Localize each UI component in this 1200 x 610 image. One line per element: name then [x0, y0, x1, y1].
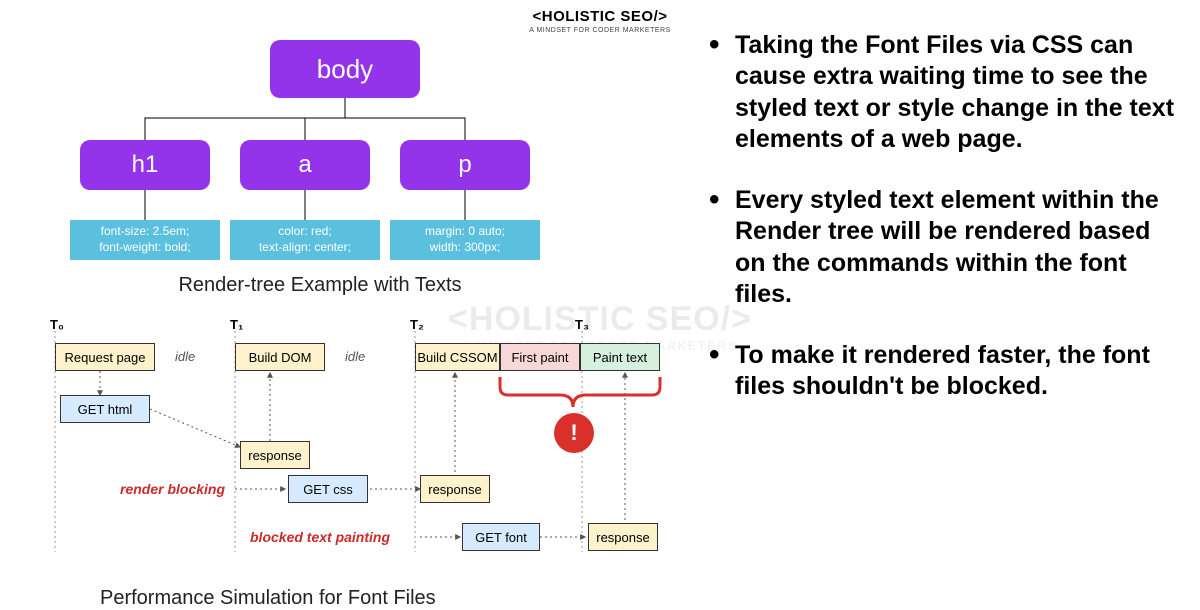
css-line: color: red;: [278, 224, 331, 240]
blocked-text-painting-label: blocked text painting: [250, 529, 390, 545]
time-t1: T₁: [230, 317, 243, 332]
tree-node-h1: h1: [80, 140, 210, 190]
css-line: margin: 0 auto;: [425, 224, 505, 240]
tree-node-body: body: [270, 40, 420, 98]
step-response-1: response: [240, 441, 310, 469]
alert-icon: !: [554, 413, 594, 453]
step-build-dom: Build DOM: [235, 343, 325, 371]
time-t2: T₂: [410, 317, 424, 332]
idle-label: idle: [175, 349, 195, 364]
step-get-font: GET font: [462, 523, 540, 551]
tree-leaf-p-css: margin: 0 auto; width: 300px;: [390, 220, 540, 260]
brand-logo-text: <HOLISTIC SEO/>: [529, 8, 671, 25]
bullet-item: To make it rendered faster, the font fil…: [705, 340, 1175, 403]
step-first-paint: First paint: [500, 343, 580, 371]
step-response-2: response: [420, 475, 490, 503]
bullet-list: Taking the Font Files via CSS can cause …: [705, 30, 1175, 403]
time-t3: T₃: [575, 317, 589, 332]
step-build-cssom: Build CSSOM: [415, 343, 500, 371]
tree-leaf-h1-css: font-size: 2.5em; font-weight: bold;: [70, 220, 220, 260]
time-t0: T₀: [50, 317, 64, 332]
right-column: Taking the Font Files via CSS can cause …: [705, 30, 1175, 433]
bullet-item: Taking the Font Files via CSS can cause …: [705, 30, 1175, 155]
tree-leaf-a-css: color: red; text-align: center;: [230, 220, 380, 260]
render-tree-diagram: body h1 a p font-size: 2.5em; font-weigh…: [30, 40, 670, 270]
brand-logo-tagline: A MINDSET FOR CODER MARKETERS: [529, 27, 671, 34]
step-response-3: response: [588, 523, 658, 551]
step-paint-text: Paint text: [580, 343, 660, 371]
css-line: font-size: 2.5em;: [101, 224, 190, 240]
render-blocking-label: render blocking: [120, 481, 225, 497]
css-line: font-weight: bold;: [99, 240, 190, 256]
timeline-caption: Performance Simulation for Font Files: [100, 587, 670, 610]
tree-node-a: a: [240, 140, 370, 190]
left-column: body h1 a p font-size: 2.5em; font-weigh…: [30, 40, 670, 610]
step-get-css: GET css: [288, 475, 368, 503]
brand-logo: <HOLISTIC SEO/> A MINDSET FOR CODER MARK…: [529, 8, 671, 34]
tree-node-p: p: [400, 140, 530, 190]
css-line: width: 300px;: [430, 240, 501, 256]
step-get-html: GET html: [60, 395, 150, 423]
idle-label: idle: [345, 349, 365, 364]
bullet-item: Every styled text element within the Ren…: [705, 185, 1175, 310]
css-line: text-align: center;: [259, 240, 351, 256]
performance-timeline: T₀ T₁ T₂ T₃ Request page idle Build DOM …: [30, 317, 670, 577]
step-request-page: Request page: [55, 343, 155, 371]
render-tree-caption: Render-tree Example with Texts: [0, 274, 670, 297]
